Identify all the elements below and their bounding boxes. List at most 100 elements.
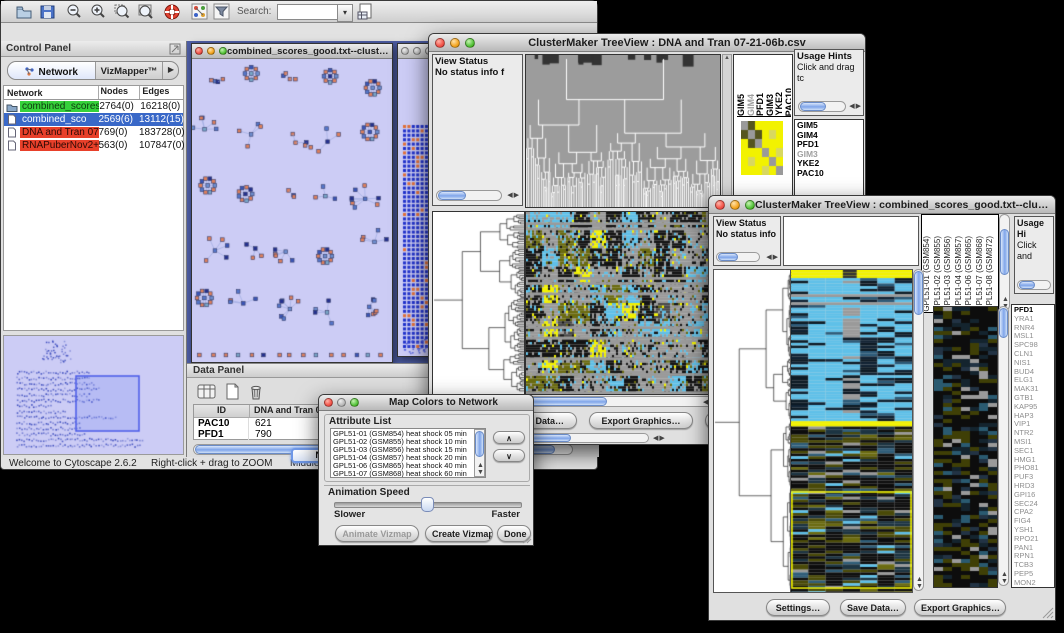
tv2-heatmap[interactable]	[790, 269, 913, 593]
tv1-bottom-scrollbar[interactable]	[529, 433, 649, 443]
animation-speed-label: Animation Speed	[328, 487, 410, 498]
tv1-view-status-scrollbar[interactable]	[436, 190, 502, 201]
network-overview-icon[interactable]	[191, 3, 209, 21]
search-input[interactable]	[277, 4, 339, 20]
tv2-gene-label[interactable]: MON2	[1012, 579, 1054, 588]
tv2-heatmap-vscrollbar[interactable]: ▲▼	[913, 269, 924, 591]
tv2-array-label[interactable]: GPL51-03 (GSM856)	[943, 236, 954, 312]
network-canvas[interactable]	[192, 59, 392, 362]
tv2-array-label[interactable]: GPL51-07 (GSM868)	[975, 236, 986, 312]
help-lifering-icon[interactable]	[163, 3, 181, 21]
tv2-column-dendrogram[interactable]	[783, 216, 919, 266]
move-down-button[interactable]: ∨	[493, 449, 525, 462]
tv2-array-label[interactable]: GPL51-04 (GSM857)	[954, 236, 965, 312]
dp-col-id[interactable]: ID	[194, 405, 250, 417]
tv2-save-data-button[interactable]: Save Data…	[840, 599, 906, 616]
tv2-row-dendrogram[interactable]	[713, 269, 792, 593]
zoom-out-icon[interactable]	[65, 3, 83, 21]
tv1-array-label[interactable]: PAC10	[785, 88, 792, 116]
grid-minimize-button[interactable]	[413, 47, 421, 55]
tv1-view-status-line2: No status info f	[435, 67, 504, 78]
col-header-network[interactable]: Network	[4, 86, 99, 99]
open-file-icon[interactable]	[15, 3, 33, 21]
tv1-zoom-heatmap[interactable]	[741, 121, 783, 175]
zoom-selected-icon[interactable]	[113, 3, 131, 21]
tv1-row-dendrogram[interactable]	[432, 211, 525, 395]
tv1-column-dendrogram[interactable]	[525, 54, 721, 208]
net-minimize-button[interactable]	[207, 47, 215, 55]
attribute-list-scrollbar[interactable]: ▲▼	[474, 429, 485, 477]
tv2-array-label[interactable]: GPL51-02 (GSM855)	[933, 236, 944, 312]
network-row[interactable]: combined_scores_2764(0)16218(0)	[4, 100, 183, 113]
tv2-array-label[interactable]: GPL51-08 (GSM872)	[985, 236, 996, 312]
row-value: 621	[249, 418, 272, 429]
net-close-button[interactable]	[195, 47, 203, 55]
tv1-export-graphics-button[interactable]: Export Graphics…	[589, 412, 693, 429]
animate-vizmap-button[interactable]: Animate Vizmap	[335, 525, 419, 542]
tv2-usage-scrollbar[interactable]	[1017, 280, 1051, 290]
network-view-window: combined_scores_good.txt--cluste...	[191, 43, 393, 363]
tv2-zoom-heatmap[interactable]	[933, 306, 998, 588]
tv2-array-labels: GPL51-01 (GSM854)GPL51-02 (GSM855)GPL51-…	[921, 214, 999, 313]
filter-icon[interactable]	[213, 3, 231, 21]
move-up-button[interactable]: ∧	[493, 431, 525, 444]
animation-speed-group: Animation Speed Slower Faster	[324, 485, 530, 521]
tv2-export-graphics-button[interactable]: Export Graphics…	[914, 599, 1006, 616]
file-icon	[4, 140, 20, 151]
tab-overflow-button[interactable]: ▶	[162, 62, 179, 79]
tv2-settings-button[interactable]: Settings…	[766, 599, 830, 616]
save-session-icon[interactable]	[39, 3, 57, 21]
dialog-zoom-button[interactable]	[350, 398, 359, 407]
tv1-usage-scroll-arrows[interactable]: ◀▶	[849, 102, 862, 110]
new-attribute-icon[interactable]	[223, 383, 241, 401]
dialog-minimize-button[interactable]	[337, 398, 346, 407]
network-row[interactable]: combined_sco2569(6)13112(15)	[4, 113, 183, 126]
tv2-view-status-line2: No status info	[716, 229, 776, 239]
tv1-coldendro-scrollbar[interactable]: ▲	[722, 54, 732, 206]
create-vizmap-button[interactable]: Create Vizmap	[425, 525, 493, 542]
tv2-zoom-button[interactable]	[745, 200, 755, 210]
attribute-list-item[interactable]: GPL51-07 (GSM868) heat shock 60 min	[333, 470, 485, 478]
tab-vizmapper-label: VizMapper™	[101, 66, 158, 77]
attribute-select-icon[interactable]	[197, 383, 217, 401]
grid-close-button[interactable]	[401, 47, 409, 55]
tv1-zoom-button[interactable]	[465, 38, 475, 48]
tv1-usage-scrollbar[interactable]	[798, 101, 846, 112]
tv2-resize-grip[interactable]	[1042, 607, 1054, 619]
tv1-view-status-scroll-arrows[interactable]: ◀▶	[507, 191, 520, 199]
network-row[interactable]: DNA and Tran 07769(0)183728(0)	[4, 126, 183, 139]
tv2-array-label[interactable]: GPL51-06 (GSM865)	[964, 236, 975, 312]
network-edges-count: 13112(15)	[139, 114, 183, 125]
birdseye-view[interactable]	[3, 335, 184, 455]
tv1-heatmap-hscrollbar[interactable]	[525, 396, 719, 407]
tv1-heatmap[interactable]	[525, 211, 721, 395]
network-row[interactable]: RNAPuberNov2+563(0)107847(0)	[4, 139, 183, 152]
tv2-array-scrollbar[interactable]: ▲▼	[999, 214, 1010, 311]
tv2-zoom-vscrollbar[interactable]: ▲▼	[998, 306, 1009, 586]
import-table-icon[interactable]	[357, 3, 375, 21]
tv2-view-status-scroll-arrows[interactable]: ◀▶	[766, 253, 779, 261]
tab-vizmapper[interactable]: VizMapper™	[96, 62, 162, 79]
col-header-nodes[interactable]: Nodes	[99, 86, 141, 99]
tv2-close-button[interactable]	[715, 200, 725, 210]
tv2-view-status-line1: View Status	[716, 218, 766, 228]
delete-attribute-icon[interactable]	[247, 383, 265, 401]
tv2-minimize-button[interactable]	[730, 200, 740, 210]
net-zoom-button[interactable]	[219, 47, 227, 55]
dialog-close-button[interactable]	[324, 398, 333, 407]
float-panel-icon[interactable]	[169, 43, 181, 55]
tv1-gene-label[interactable]: PAC10	[795, 169, 863, 179]
tv2-view-status-scrollbar[interactable]	[716, 252, 760, 262]
treeview-window-combined: ClusterMaker TreeView : combined_scores_…	[708, 195, 1056, 621]
speed-slider-thumb[interactable]	[421, 497, 434, 512]
control-panel-title: Control Panel	[6, 43, 71, 54]
zoom-in-icon[interactable]	[89, 3, 107, 21]
tv1-close-button[interactable]	[435, 38, 445, 48]
dialog-resize-grip[interactable]	[522, 534, 532, 544]
col-header-edges[interactable]: Edges	[140, 86, 183, 99]
zoom-fit-icon[interactable]	[137, 3, 155, 21]
tv1-bottom-scroll-arrows[interactable]: ◀▶	[653, 434, 666, 442]
tab-network[interactable]: Network	[8, 62, 96, 79]
tv1-minimize-button[interactable]	[450, 38, 460, 48]
search-dropdown-button[interactable]: ▾	[337, 4, 353, 22]
